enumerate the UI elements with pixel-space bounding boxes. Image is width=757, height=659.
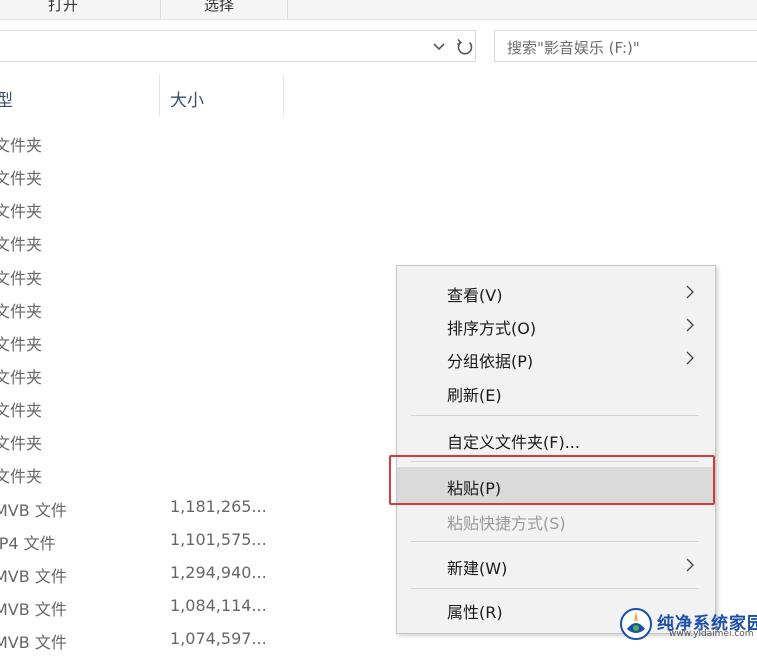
file-row[interactable]: 文件夹 [0, 331, 400, 361]
menu-item-group[interactable]: 分组依据(P) [397, 342, 715, 374]
file-type: MVB 文件 [0, 600, 67, 619]
file-row[interactable]: 文件夹 [0, 397, 400, 427]
file-type: MVB 文件 [0, 501, 67, 520]
file-row[interactable]: MVB 文件 1,074,597... [0, 629, 400, 659]
file-row[interactable]: 文件夹 [0, 463, 400, 493]
menu-item-paste-shortcut: 粘贴快捷方式(S) [397, 504, 715, 536]
file-size: 1,074,597... [170, 629, 267, 648]
ribbon-select-button[interactable]: 选择 [204, 0, 234, 15]
ribbon-open-button[interactable]: 打开 [48, 0, 78, 15]
file-type: 文件夹 [0, 434, 43, 453]
file-row[interactable]: MVB 文件 1,181,265... [0, 497, 400, 527]
menu-item-customize-folder[interactable]: 自定义文件夹(F)... [397, 423, 715, 455]
file-type: MVB 文件 [0, 633, 67, 652]
chevron-right-icon [686, 558, 694, 572]
refresh-icon[interactable] [454, 36, 476, 58]
watermark-logo-icon [620, 608, 652, 640]
file-size: 1,294,940... [170, 563, 267, 582]
file-type: 文件夹 [0, 401, 43, 420]
file-type: 文件夹 [0, 202, 43, 221]
file-size: 1,084,114... [170, 596, 267, 615]
file-type: 文件夹 [0, 335, 43, 354]
ribbon-divider [287, 0, 288, 19]
menu-item-sort[interactable]: 排序方式(O) [397, 309, 715, 341]
menu-item-label: 分组依据(P) [447, 352, 534, 371]
menu-item-label: 属性(R) [447, 603, 503, 622]
ribbon-divider [160, 0, 161, 19]
menu-item-label: 新建(W) [447, 559, 508, 578]
file-type: 文件夹 [0, 368, 43, 387]
menu-item-label: 刷新(E) [447, 386, 502, 405]
ribbon-bar: 打开 选择 [0, 0, 757, 20]
file-row[interactable]: 文件夹 [0, 364, 400, 394]
file-row[interactable]: MVB 文件 1,084,114... [0, 596, 400, 626]
file-row[interactable]: 文件夹 [0, 265, 400, 295]
file-type: 文件夹 [0, 235, 43, 254]
file-type: 文件夹 [0, 169, 43, 188]
search-placeholder: 搜索"影音娱乐 (F:)" [507, 39, 640, 57]
menu-separator [411, 588, 699, 589]
address-bar[interactable] [0, 30, 476, 62]
chevron-down-icon[interactable] [431, 36, 447, 56]
chevron-right-icon [686, 351, 694, 365]
menu-separator [411, 541, 699, 542]
paste-highlight-box [389, 455, 715, 505]
menu-separator [411, 415, 699, 416]
file-row[interactable]: 文件夹 [0, 132, 400, 162]
chevron-right-icon [686, 285, 694, 299]
menu-item-label: 自定义文件夹(F)... [447, 433, 580, 452]
menu-item-label: 粘贴快捷方式(S) [447, 514, 566, 533]
file-row[interactable]: 文件夹 [0, 298, 400, 328]
file-row[interactable]: 文件夹 [0, 198, 400, 228]
file-row[interactable]: 文件夹 [0, 231, 400, 261]
file-type: MVB 文件 [0, 567, 67, 586]
file-row[interactable]: 文件夹 [0, 165, 400, 195]
file-type: 文件夹 [0, 467, 43, 486]
chevron-right-icon [686, 318, 694, 332]
file-row[interactable]: MVB 文件 1,294,940... [0, 563, 400, 593]
menu-item-label: 排序方式(O) [447, 319, 537, 338]
file-type: IP4 文件 [0, 534, 56, 553]
file-size: 1,181,265... [170, 497, 267, 516]
file-row[interactable]: IP4 文件 1,101,575... [0, 530, 400, 560]
file-type: 文件夹 [0, 302, 43, 321]
menu-item-new[interactable]: 新建(W) [397, 549, 715, 581]
file-type: 文件夹 [0, 269, 43, 288]
menu-item-label: 查看(V) [447, 286, 503, 305]
file-row[interactable]: 文件夹 [0, 430, 400, 460]
column-header-size[interactable]: 大小 [170, 86, 204, 111]
file-type: 文件夹 [0, 136, 43, 155]
menu-item-view[interactable]: 查看(V) [397, 276, 715, 308]
file-size: 1,101,575... [170, 530, 267, 549]
watermark-url: www.yidaimei.com [669, 629, 754, 639]
column-header-type[interactable]: 型 [0, 86, 13, 111]
menu-item-refresh[interactable]: 刷新(E) [397, 376, 715, 408]
column-divider[interactable] [159, 74, 160, 116]
column-divider[interactable] [283, 74, 284, 116]
context-menu: 查看(V) 排序方式(O) 分组依据(P) 刷新(E) 自定义文件夹(F)...… [396, 265, 716, 634]
